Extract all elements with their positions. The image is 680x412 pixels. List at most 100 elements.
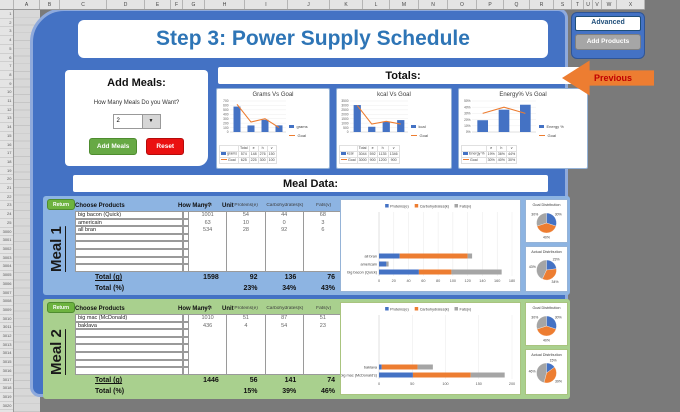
row-header[interactable]: 3014: [0, 349, 13, 359]
return-button[interactable]: Return: [47, 199, 76, 210]
row-header[interactable]: 3017: [0, 376, 13, 385]
row-header[interactable]: 18: [0, 158, 13, 167]
product-cell[interactable]: baklava: [75, 321, 183, 330]
row-header[interactable]: 3006: [0, 280, 13, 289]
row-header[interactable]: 13: [0, 114, 13, 124]
product-cell[interactable]: americain: [75, 218, 183, 227]
row-header[interactable]: 3004: [0, 262, 13, 272]
column-header-G[interactable]: G: [183, 0, 205, 9]
row-header[interactable]: 3018: [0, 384, 13, 393]
row-header[interactable]: 3009: [0, 306, 13, 315]
column-header-S[interactable]: S: [554, 0, 572, 9]
column-header-O[interactable]: O: [448, 0, 477, 9]
row-header[interactable]: 22: [0, 193, 13, 202]
row-header[interactable]: 1: [0, 10, 13, 19]
product-cell[interactable]: [75, 359, 183, 368]
product-cell[interactable]: big bacon (Quick): [75, 211, 183, 219]
product-cell[interactable]: [75, 233, 183, 242]
product-cell[interactable]: big mac (McDonald): [75, 314, 183, 322]
return-button[interactable]: Return: [47, 302, 76, 313]
column-header-D[interactable]: D: [107, 0, 145, 9]
product-cell[interactable]: [75, 249, 183, 257]
column-header-I[interactable]: I: [245, 0, 288, 9]
meal-count-value[interactable]: 2: [113, 115, 143, 128]
column-header-L[interactable]: L: [363, 0, 390, 9]
row-header[interactable]: 23: [0, 201, 13, 211]
add-products-button[interactable]: Add Products: [575, 34, 641, 50]
column-header-E[interactable]: E: [145, 0, 171, 9]
row-header[interactable]: 2: [0, 19, 13, 28]
meal-count-dropdown[interactable]: 2 ▼: [112, 114, 161, 129]
row-header[interactable]: 3011: [0, 323, 13, 333]
row-header[interactable]: 12: [0, 106, 13, 115]
product-cell[interactable]: [75, 241, 183, 249]
add-meals-button[interactable]: Add Meals: [88, 138, 138, 155]
column-header-W[interactable]: W: [602, 0, 617, 9]
column-header-F[interactable]: F: [171, 0, 183, 9]
column-header-K[interactable]: K: [330, 0, 363, 9]
column-header-Q[interactable]: Q: [504, 0, 530, 9]
dropdown-arrow-icon[interactable]: ▼: [142, 115, 160, 128]
row-header[interactable]: 3008: [0, 297, 13, 306]
row-header[interactable]: 3016: [0, 367, 13, 376]
column-header-P[interactable]: P: [477, 0, 504, 9]
row-header[interactable]: 3007: [0, 289, 13, 298]
row-header[interactable]: 9: [0, 80, 13, 89]
row-header[interactable]: 3: [0, 27, 13, 37]
row-header[interactable]: 3013: [0, 341, 13, 350]
row-header[interactable]: 10: [0, 88, 13, 98]
svg-text:Carbohydrates(k): Carbohydrates(k): [420, 307, 450, 311]
row-header[interactable]: 25: [0, 219, 13, 228]
select-all-corner[interactable]: [0, 0, 14, 9]
row-header[interactable]: 17: [0, 149, 13, 158]
row-header[interactable]: 15: [0, 132, 13, 141]
column-header-T[interactable]: T: [572, 0, 584, 9]
column-header-A[interactable]: A: [14, 0, 40, 9]
column-header-X[interactable]: X: [617, 0, 645, 9]
product-cell[interactable]: [75, 344, 183, 352]
column-header-R[interactable]: R: [530, 0, 554, 9]
product-cell[interactable]: [75, 256, 183, 265]
product-cell[interactable]: [75, 336, 183, 345]
product-cell[interactable]: [75, 367, 183, 375]
row-header[interactable]: 3019: [0, 393, 13, 402]
column-headers[interactable]: ABCDEFGHIJKLMNOPQRSTUVWX: [0, 0, 645, 10]
column-header-U[interactable]: U: [584, 0, 593, 9]
row-header[interactable]: 3005: [0, 271, 13, 280]
row-header[interactable]: 3015: [0, 358, 13, 367]
advanced-button[interactable]: Advanced: [575, 16, 641, 31]
column-header-V[interactable]: V: [593, 0, 602, 9]
row-header[interactable]: 3001: [0, 236, 13, 245]
product-cell[interactable]: [75, 329, 183, 337]
column-header-M[interactable]: M: [390, 0, 419, 9]
column-header-J[interactable]: J: [288, 0, 330, 9]
row-header[interactable]: 4: [0, 36, 13, 45]
row-header[interactable]: 3002: [0, 245, 13, 254]
row-header[interactable]: 6: [0, 54, 13, 63]
row-header[interactable]: 3012: [0, 332, 13, 341]
row-header[interactable]: 16: [0, 141, 13, 150]
row-header[interactable]: 3020: [0, 402, 13, 411]
product-cell[interactable]: [75, 352, 183, 360]
product-cell[interactable]: [75, 264, 183, 272]
column-header-H[interactable]: H: [205, 0, 245, 9]
row-header[interactable]: 5: [0, 45, 13, 54]
row-header[interactable]: 3003: [0, 254, 13, 263]
row-header[interactable]: 20: [0, 175, 13, 185]
row-header[interactable]: 19: [0, 167, 13, 176]
row-header[interactable]: 11: [0, 97, 13, 106]
row-header[interactable]: 3000: [0, 228, 13, 237]
row-header[interactable]: 8: [0, 71, 13, 80]
row-header[interactable]: 14: [0, 123, 13, 132]
column-header-N[interactable]: N: [419, 0, 448, 9]
row-header[interactable]: 21: [0, 184, 13, 193]
row-header[interactable]: 3010: [0, 315, 13, 324]
svg-text:Proteins(e): Proteins(e): [390, 204, 409, 208]
row-header[interactable]: 7: [0, 62, 13, 71]
column-header-C[interactable]: C: [60, 0, 107, 9]
row-headers[interactable]: 1 2 3 4 5 6 7 8 9 10 11 12 13 14 15 16 17 18 19 20 21 22 23 24 2…: [0, 10, 14, 412]
row-header[interactable]: 24: [0, 210, 13, 219]
reset-button[interactable]: Reset: [146, 138, 185, 155]
column-header-B[interactable]: B: [40, 0, 60, 9]
product-cell[interactable]: all bran: [75, 226, 183, 234]
